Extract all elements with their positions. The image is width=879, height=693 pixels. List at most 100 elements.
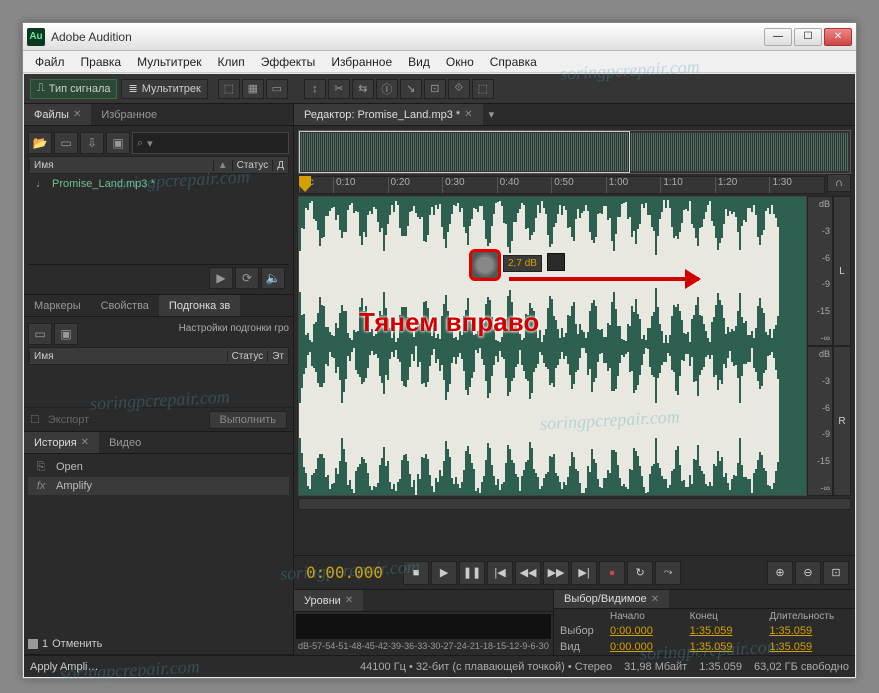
menu-effects[interactable]: Эффекты bbox=[253, 53, 324, 71]
record-button[interactable]: ● bbox=[599, 561, 625, 585]
undo-thumb-icon[interactable] bbox=[28, 639, 38, 649]
tab-history[interactable]: История✕ bbox=[24, 432, 99, 453]
menu-file[interactable]: Файл bbox=[27, 53, 73, 71]
minimize-button[interactable]: — bbox=[764, 28, 792, 46]
db-scale-left: dB-3-6-9-15-∞ bbox=[807, 196, 833, 346]
stop-button[interactable]: ■ bbox=[403, 561, 429, 585]
toggle-spectral-icon[interactable]: ▦ bbox=[242, 79, 264, 99]
skip-selection-button[interactable]: ⤳ bbox=[655, 561, 681, 585]
brush-icon[interactable]: ⟐ bbox=[448, 79, 470, 99]
pause-button[interactable]: ❚❚ bbox=[459, 561, 485, 585]
sel-dur[interactable]: 1:35.059 bbox=[769, 625, 849, 637]
file-item[interactable]: Promise_Land.mp3 * bbox=[28, 174, 289, 194]
menu-edit[interactable]: Правка bbox=[73, 53, 130, 71]
tab-selection-view[interactable]: Выбор/Видимое✕ bbox=[554, 590, 669, 608]
close-icon[interactable]: ✕ bbox=[73, 109, 81, 120]
lasso-icon[interactable]: ⊡ bbox=[424, 79, 446, 99]
go-end-button[interactable]: ▶| bbox=[571, 561, 597, 585]
close-file-icon[interactable]: ▣ bbox=[106, 132, 130, 154]
menu-multitrack[interactable]: Мультитрек bbox=[129, 53, 209, 71]
headphone-toggle-icon[interactable]: ∩ bbox=[827, 174, 851, 192]
time-select-icon[interactable]: Ⓘ bbox=[376, 79, 398, 99]
toggle-preview-icon[interactable]: ▭ bbox=[266, 79, 288, 99]
tab-favorites[interactable]: Избранное bbox=[91, 104, 167, 125]
timecode-display[interactable]: 0:00.000 bbox=[300, 561, 389, 584]
waveform-canvas[interactable]: 2,7 dB Тянем вправо bbox=[298, 196, 807, 496]
rewind-button[interactable]: ◀◀ bbox=[515, 561, 541, 585]
tab-match-loudness[interactable]: Подгонка зв bbox=[159, 295, 240, 316]
tab-properties[interactable]: Свойства bbox=[91, 295, 159, 316]
go-start-button[interactable]: |◀ bbox=[487, 561, 513, 585]
zoom-full-button[interactable]: ⊡ bbox=[823, 561, 849, 585]
statusbar: Apply Ampli… 44100 Гц • 32-бит (с плаваю… bbox=[24, 655, 855, 677]
zoom-out-button[interactable]: ⊖ bbox=[795, 561, 821, 585]
selview-header: Начало Конец Длительность bbox=[554, 609, 855, 623]
editor-tab-menu[interactable]: ▾ bbox=[483, 104, 501, 125]
history-item-open[interactable]: ⎘Open bbox=[28, 458, 289, 477]
close-icon[interactable]: ✕ bbox=[464, 109, 472, 120]
view-start[interactable]: 0:00.000 bbox=[610, 641, 690, 653]
status-samplerate: 44100 Гц • 32-бит (с плавающей точкой) •… bbox=[360, 661, 612, 673]
overview-viewport[interactable] bbox=[299, 131, 630, 173]
files-list: Promise_Land.mp3 * bbox=[28, 174, 289, 264]
marquee-icon[interactable]: ↘ bbox=[400, 79, 422, 99]
time-ruler[interactable]: мс 0:10 0:20 0:30 0:40 0:50 1:00 1:10 1:… bbox=[298, 176, 825, 194]
razor-tool-icon[interactable]: ✂ bbox=[328, 79, 350, 99]
menu-view[interactable]: Вид bbox=[400, 53, 438, 71]
menu-window[interactable]: Окно bbox=[438, 53, 482, 71]
menu-favorites[interactable]: Избранное bbox=[323, 53, 400, 71]
tab-video[interactable]: Видео bbox=[99, 432, 151, 453]
preview-loop-icon[interactable]: ⟳ bbox=[235, 267, 259, 289]
close-icon[interactable]: ✕ bbox=[345, 595, 353, 606]
tab-files[interactable]: Файлы✕ bbox=[24, 104, 91, 125]
new-file-icon[interactable]: ▭ bbox=[54, 132, 78, 154]
files-headers[interactable]: Имя ▲ Статус Д bbox=[28, 156, 289, 174]
slip-tool-icon[interactable]: ⇆ bbox=[352, 79, 374, 99]
trim-headers[interactable]: Имя Статус Эт bbox=[28, 347, 289, 365]
tab-levels[interactable]: Уровни✕ bbox=[294, 590, 363, 611]
export-checkbox-label[interactable]: Экспорт bbox=[48, 414, 89, 426]
waveform-view-button[interactable]: ⎍ Тип сигнала bbox=[30, 79, 117, 99]
preview-play-icon[interactable]: ▶ bbox=[209, 267, 233, 289]
forward-button[interactable]: ▶▶ bbox=[543, 561, 569, 585]
close-button[interactable]: ✕ bbox=[824, 28, 852, 46]
multitrack-icon: ≣ bbox=[128, 82, 137, 95]
dropdown-icon[interactable]: ▾ bbox=[147, 137, 153, 150]
tab-markers[interactable]: Маркеры bbox=[24, 295, 91, 316]
horizontal-scrollbar[interactable] bbox=[298, 498, 851, 510]
levels-meter[interactable] bbox=[296, 614, 551, 639]
transport-bar: 0:00.000 ■ ▶ ❚❚ |◀ ◀◀ ▶▶ ▶| ● ↻ ⤳ ⊕ bbox=[294, 555, 855, 589]
view-end[interactable]: 1:35.059 bbox=[690, 641, 770, 653]
preview-autoplay-icon[interactable]: 🔈 bbox=[261, 267, 285, 289]
sel-end[interactable]: 1:35.059 bbox=[690, 625, 770, 637]
channel-left-label[interactable]: L bbox=[833, 196, 851, 346]
spot-heal-icon[interactable]: ⬚ bbox=[472, 79, 494, 99]
loop-button[interactable]: ↻ bbox=[627, 561, 653, 585]
close-icon[interactable]: ✕ bbox=[651, 594, 659, 605]
execute-button[interactable]: Выполнить bbox=[209, 411, 287, 429]
import-icon[interactable]: ⇩ bbox=[80, 132, 104, 154]
multitrack-view-button[interactable]: ≣ Мультитрек bbox=[121, 79, 207, 99]
maximize-button[interactable]: ☐ bbox=[794, 28, 822, 46]
main-toolbar: ⎍ Тип сигнала ≣ Мультитрек ⬚ ▦ ▭ ↕ ✂ ⇆ Ⓘ… bbox=[24, 74, 855, 104]
move-tool-icon[interactable]: ↕ bbox=[304, 79, 326, 99]
open-file-icon[interactable]: 📂 bbox=[28, 132, 52, 154]
titlebar[interactable]: Au Adobe Audition — ☐ ✕ bbox=[23, 23, 856, 51]
history-item-amplify[interactable]: fxAmplify bbox=[28, 477, 289, 495]
menu-clip[interactable]: Клип bbox=[210, 53, 253, 71]
search-input[interactable]: ⌕▾ bbox=[132, 132, 289, 154]
app-window: Au Adobe Audition — ☐ ✕ Файл Правка Муль… bbox=[22, 22, 857, 679]
overview-waveform[interactable] bbox=[298, 130, 851, 174]
sel-start[interactable]: 0:00.000 bbox=[610, 625, 690, 637]
channel-right-label[interactable]: R bbox=[833, 346, 851, 496]
editor-tab[interactable]: Редактор: Promise_Land.mp3 *✕ bbox=[294, 104, 483, 125]
remove-icon[interactable]: ▣ bbox=[54, 323, 78, 345]
add-icon[interactable]: ▭ bbox=[28, 323, 52, 345]
view-dur[interactable]: 1:35.059 bbox=[769, 641, 849, 653]
play-button[interactable]: ▶ bbox=[431, 561, 457, 585]
levels-scale: dB-57-54-51-48-45-42-39-36-33-30-27-24-2… bbox=[294, 641, 553, 655]
toggle-hud-icon[interactable]: ⬚ bbox=[218, 79, 240, 99]
close-icon[interactable]: ✕ bbox=[81, 437, 89, 448]
zoom-in-button[interactable]: ⊕ bbox=[767, 561, 793, 585]
menu-help[interactable]: Справка bbox=[482, 53, 545, 71]
